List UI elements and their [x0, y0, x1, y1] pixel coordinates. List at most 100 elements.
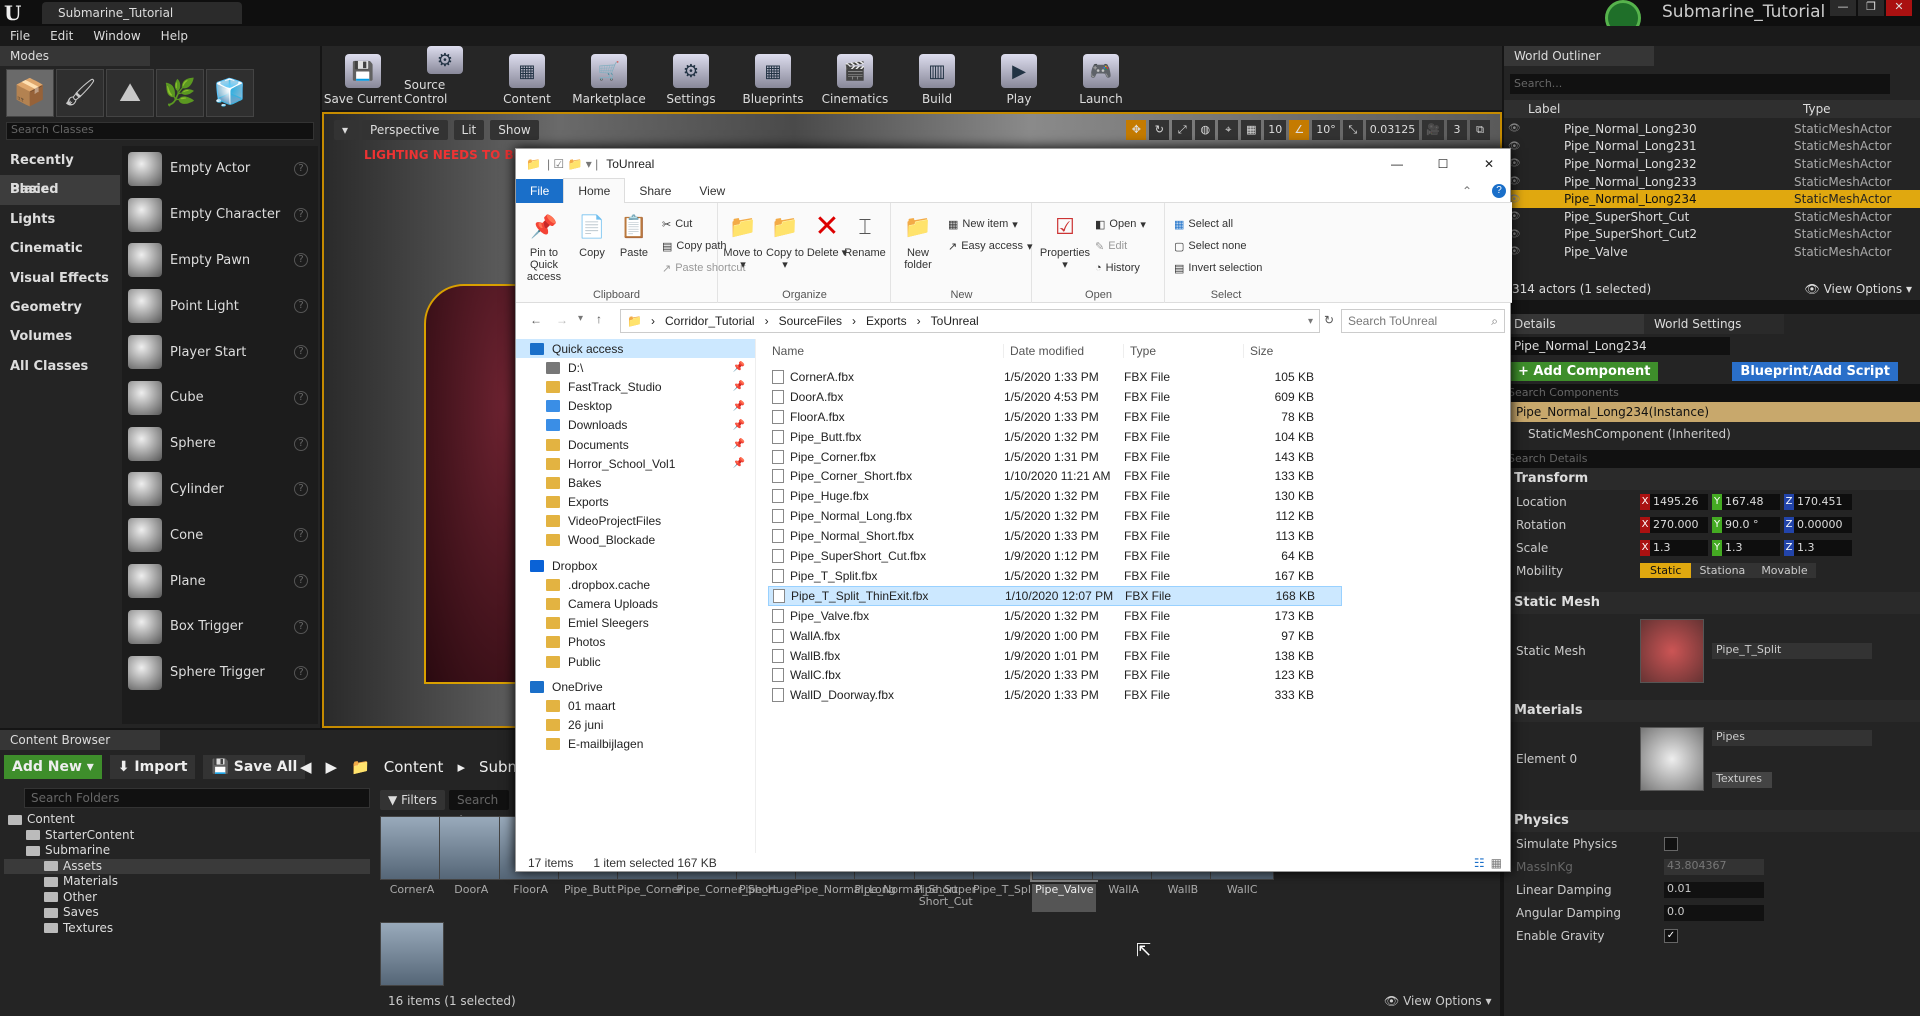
category-item[interactable]: Geometry	[0, 293, 120, 322]
file-row[interactable]: Pipe_Butt.fbx 1/5/2020 1:32 PM FBX File 104…	[768, 427, 1342, 447]
ribbon-tab-file[interactable]: File	[516, 178, 564, 203]
path-sourcefiles[interactable]: SourceFiles	[779, 314, 842, 328]
nav-item[interactable]: D:\ 📌	[516, 358, 755, 377]
copy-button[interactable]: 📄 Copy	[570, 211, 614, 260]
angular-damping-field[interactable]: 0.0	[1664, 904, 1764, 921]
path-tounreal[interactable]: ToUnreal	[931, 314, 979, 328]
history-button[interactable]: ◔ History	[1095, 259, 1140, 277]
placeable-item[interactable]: Player Start?	[122, 329, 318, 375]
file-row[interactable]: Pipe_Normal_Short.fbx 1/5/2020 1:33 PM FBX…	[768, 526, 1342, 546]
material-thumbnail[interactable]	[1640, 727, 1704, 791]
simulate-physics-checkbox[interactable]	[1664, 836, 1678, 851]
nav-item[interactable]: 01 maart	[516, 696, 755, 715]
help-icon[interactable]: ?	[294, 436, 308, 451]
asset-tile[interactable]	[380, 922, 444, 986]
outliner-row[interactable]: 👁 Pipe_SuperShort_Cut2 StaticMeshActor	[1504, 226, 1920, 244]
col-size[interactable]: Size	[1244, 344, 1314, 358]
folder-tree-item[interactable]: Other	[4, 890, 370, 906]
folder-tree-item[interactable]: Textures	[4, 921, 370, 937]
folder-tree-item[interactable]: Content	[4, 812, 370, 828]
nav-item[interactable]: Wood_Blockade	[516, 531, 755, 550]
add-new-button[interactable]: Add New ▾	[4, 755, 102, 779]
location-y-field[interactable]: Y 167.48	[1712, 493, 1780, 510]
help-icon[interactable]: ?	[294, 253, 308, 268]
scale-icon[interactable]: ⤢	[1172, 120, 1193, 140]
ribbon-collapse-icon[interactable]: ⌃	[1462, 184, 1472, 198]
new-folder-button[interactable]: 📁 New folder	[896, 211, 940, 272]
new-item-button[interactable]: ▦ New item ▾	[948, 215, 1018, 233]
mobility-movable[interactable]: Movable	[1753, 563, 1816, 578]
lit-button[interactable]: Lit	[453, 120, 485, 140]
file-row[interactable]: Pipe_SuperShort_Cut.fbx 1/9/2020 1:12 PM F…	[768, 546, 1342, 566]
toolbar-cinematics-button[interactable]: 🎬 Cinematics	[814, 46, 896, 110]
toolbar-build-button[interactable]: ▥ Build	[896, 46, 978, 110]
minimize-icon[interactable]: —	[1830, 0, 1856, 16]
grid-icon[interactable]: ▦	[1241, 120, 1262, 140]
show-button[interactable]: Show	[490, 120, 539, 140]
address-dropdown-icon[interactable]: ▾	[1308, 316, 1313, 327]
nav-item[interactable]: Camera Uploads	[516, 594, 755, 613]
toolbar-settings-button[interactable]: ⚙ Settings	[650, 46, 732, 110]
visibility-eye-icon[interactable]: 👁	[1508, 123, 1524, 134]
ex-minimize-icon[interactable]: —	[1374, 157, 1420, 171]
viewport-menu-button[interactable]: ▾	[334, 120, 357, 140]
easy-access-button[interactable]: ↗ Easy access ▾	[948, 237, 1033, 255]
category-item[interactable]: Lights	[0, 205, 120, 234]
save-all-button[interactable]: 💾 Save All	[203, 755, 306, 779]
placeable-item[interactable]: Cube?	[122, 375, 318, 421]
foliage-mode-icon[interactable]: 🌿	[156, 69, 204, 117]
toolbar-save-current-button[interactable]: 💾 Save Current	[322, 46, 404, 110]
content-browser-tab[interactable]: Content Browser	[0, 730, 160, 750]
scale-snap-icon[interactable]: ⤡	[1342, 120, 1363, 140]
nav-item[interactable]: Photos	[516, 633, 755, 652]
outliner-row[interactable]: 👁 Pipe_Normal_Long234 StaticMeshActor	[1504, 190, 1920, 208]
rename-button[interactable]: ⌶ Rename	[843, 211, 887, 260]
folder-tree-item[interactable]: Materials	[4, 874, 370, 890]
category-item[interactable]: Cinematic	[0, 234, 120, 263]
landscape-mode-icon[interactable]: ⛰	[106, 69, 154, 117]
nav-item[interactable]: OneDrive	[516, 677, 755, 696]
paint-mode-icon[interactable]: 🖌	[56, 69, 104, 117]
filters-button[interactable]: ▼ Filters	[380, 790, 446, 810]
col-type[interactable]: Type	[1803, 102, 1831, 116]
ribbon-tab-share[interactable]: Share	[625, 179, 685, 203]
category-item[interactable]: Recently Placed	[0, 146, 120, 197]
translate-icon[interactable]: ✥	[1126, 120, 1147, 140]
world-settings-tab[interactable]: World Settings	[1644, 314, 1784, 334]
linear-damping-field[interactable]: 0.01	[1664, 881, 1764, 898]
path-exports[interactable]: Exports	[866, 314, 907, 328]
col-type[interactable]: Type	[1124, 344, 1244, 358]
camera-speed-icon[interactable]: 🎥	[1422, 120, 1444, 140]
grid-size[interactable]: 10	[1264, 120, 1287, 140]
textures-dropdown[interactable]: Textures	[1712, 772, 1772, 788]
placeable-item[interactable]: Box Trigger?	[122, 604, 318, 650]
file-row[interactable]: Pipe_Huge.fbx 1/5/2020 1:32 PM FBX File 130…	[768, 486, 1342, 506]
nav-item[interactable]: E-mailbijlagen	[516, 735, 755, 754]
category-item[interactable]: Visual Effects	[0, 264, 120, 293]
back-icon[interactable]: ◀	[300, 758, 312, 776]
static-mesh-component[interactable]: StaticMeshComponent (Inherited)	[1504, 422, 1920, 446]
help-icon[interactable]: ?	[294, 207, 308, 222]
cut-button[interactable]: ✂ Cut	[662, 215, 692, 233]
path-corridor[interactable]: Corridor_Tutorial	[665, 314, 755, 328]
scale-z-field[interactable]: Z 1.3	[1784, 539, 1852, 556]
open-button[interactable]: ◧ Open ▾	[1095, 215, 1146, 233]
help-icon[interactable]: ?	[294, 482, 308, 497]
blueprint-script-button[interactable]: Blueprint/Add Script	[1732, 361, 1898, 381]
col-date[interactable]: Date modified	[1004, 344, 1124, 358]
explorer-search-input[interactable]: Search ToUnreal ⌕	[1341, 309, 1505, 333]
ex-maximize-icon[interactable]: ☐	[1420, 157, 1466, 171]
modes-tab[interactable]: Modes	[0, 46, 150, 66]
quick-toolbar-icon[interactable]: | ☑ 📁 ▾ |	[547, 157, 598, 171]
materials-section[interactable]: Materials	[1504, 700, 1920, 722]
rotation-x-field[interactable]: X 270.000	[1640, 516, 1708, 533]
folder-tree-item[interactable]: Submarine	[4, 843, 370, 859]
outliner-view-options[interactable]: 👁 View Options ▾	[1805, 282, 1913, 296]
rotation-z-field[interactable]: Z 0.00000	[1784, 516, 1852, 533]
toolbar-source-control-button[interactable]: ⚙ Source Control	[404, 46, 486, 110]
ribbon-tab-home[interactable]: Home	[563, 178, 626, 203]
file-row[interactable]: Pipe_Corner_Short.fbx 1/10/2020 11:21 AM F…	[768, 467, 1342, 487]
mobility-stationary[interactable]: Stationa	[1691, 563, 1754, 578]
col-name[interactable]: Name	[766, 344, 1004, 358]
perspective-button[interactable]: Perspective	[362, 120, 448, 140]
